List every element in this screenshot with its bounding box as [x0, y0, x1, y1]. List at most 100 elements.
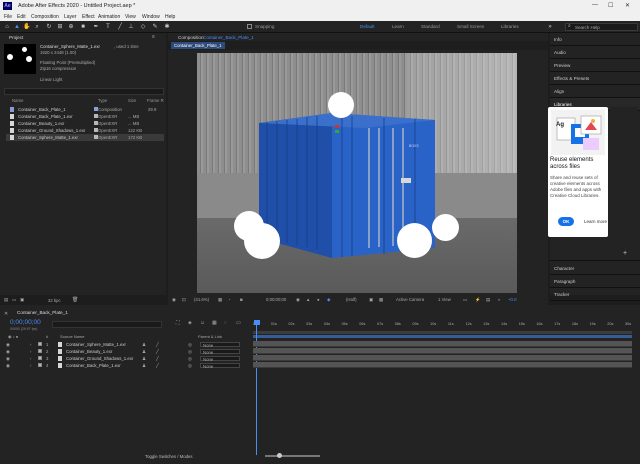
parent-dropdown[interactable]: None — [200, 349, 240, 355]
timeline-layer-row[interactable]: ◉ › 4 Container_Back_Plate_1.exr ♟ ╱ ◎ None — [0, 362, 252, 369]
project-item-row[interactable]: Container_Back_Plate_1.exr OpenEXR ... MB — [6, 113, 164, 120]
quality-switch-icon[interactable]: ╱ — [156, 363, 159, 369]
type-tool-icon[interactable]: T — [104, 23, 112, 31]
project-tab[interactable]: Project — [9, 35, 23, 40]
libraries-learn-more-link[interactable]: Learn more — [584, 219, 607, 224]
maximize-button[interactable]: ☐ — [608, 2, 613, 9]
project-item-row[interactable]: Container_Sphere_Matte_1.exr OpenEXR 172 K… — [6, 134, 164, 141]
workspace-libraries[interactable]: Libraries — [501, 24, 519, 29]
eraser-tool-icon[interactable]: ◇ — [139, 23, 147, 31]
close-window-button[interactable]: ✕ — [625, 2, 630, 9]
time-ruler[interactable]: 0f01s02s03s04s05s06s07s08s09s10s11s12s13… — [253, 322, 632, 331]
paragraph-panel-tab[interactable]: Paragraph — [550, 275, 640, 288]
timeline-search-input[interactable] — [52, 321, 162, 328]
new-composition-icon[interactable]: ▣ — [20, 297, 24, 303]
channel-icon[interactable]: ● — [317, 297, 320, 302]
align-panel-tab[interactable]: Align — [550, 85, 640, 98]
menu-window[interactable]: Window — [142, 14, 160, 20]
layer-name[interactable]: Container_Ground_Shadows_1.exr — [66, 356, 133, 361]
camera-icon[interactable]: ◉ — [296, 297, 300, 303]
layer-label-color[interactable] — [38, 342, 42, 346]
menu-animation[interactable]: Animation — [98, 14, 120, 20]
toggle-switches-modes-button[interactable]: Toggle Switches / Modes — [145, 454, 193, 459]
region-icon[interactable]: ⊡ — [182, 297, 186, 303]
rectangle-tool-icon[interactable]: ■ — [79, 23, 87, 31]
home-icon[interactable]: ⌂ — [3, 23, 11, 31]
column-size[interactable]: Size — [128, 98, 136, 103]
timeline-current-time[interactable]: 0;00;00;00 — [10, 319, 41, 326]
layer-name[interactable]: Container_Beauty_1.exr — [66, 349, 112, 354]
search-help-input[interactable]: Search Help — [565, 23, 638, 31]
pickwhip-icon[interactable]: ◎ — [188, 363, 192, 369]
parent-dropdown[interactable]: None — [200, 356, 240, 362]
interpret-footage-icon[interactable]: ▤ — [4, 297, 8, 303]
snapshot-icon[interactable]: ◙ — [240, 297, 243, 302]
composition-tab-prefix[interactable]: Composition — [178, 35, 204, 40]
workspace-learn[interactable]: Learn — [392, 24, 404, 29]
layer-duration-bar[interactable] — [253, 355, 632, 361]
region-of-interest-icon[interactable]: ▣ — [369, 297, 373, 303]
transparency-grid-icon[interactable]: ▩ — [379, 297, 383, 303]
minimize-button[interactable]: — — [592, 2, 598, 8]
timeline-layer-row[interactable]: ◉ › 3 Container_Ground_Shadows_1.exr ♟ ╱ ◎ None — [0, 355, 252, 362]
work-area-bar[interactable] — [253, 331, 632, 334]
layer-duration-bar[interactable] — [253, 348, 632, 354]
timeline-close-icon[interactable]: ✕ — [4, 311, 8, 317]
timeline-zoom-slider[interactable] — [265, 455, 320, 457]
shy-switch-icon[interactable]: ♟ — [142, 363, 146, 369]
graph-editor-icon[interactable]: ▭ — [236, 320, 241, 326]
new-folder-icon[interactable]: ▭ — [12, 297, 16, 303]
tracker-panel-tab[interactable]: Tracker — [550, 288, 640, 301]
hand-tool-icon[interactable]: ✋ — [23, 23, 31, 31]
snapping-checkbox[interactable] — [247, 24, 252, 29]
clone-stamp-tool-icon[interactable]: ⊥ — [127, 23, 135, 31]
shy-layers-icon[interactable]: ☺ — [200, 320, 205, 326]
composition-sub-tab[interactable]: Container_Back_Plate_1 — [171, 42, 225, 49]
timeline-tab[interactable]: Container_Back_Plate_1 — [17, 310, 68, 315]
info-panel-tab[interactable]: Info — [550, 33, 640, 46]
expand-arrow-icon[interactable]: › — [30, 363, 31, 368]
pan-behind-tool-icon[interactable]: ⊕ — [67, 23, 75, 31]
pen-tool-icon[interactable]: ✒ — [92, 23, 100, 31]
menu-file[interactable]: File — [4, 14, 12, 20]
brush-tool-icon[interactable]: ╱ — [116, 23, 124, 31]
character-panel-tab[interactable]: Character — [550, 262, 640, 275]
toggle-pixel-icon[interactable]: ▭ — [463, 297, 467, 303]
layer-duration-bar[interactable] — [253, 341, 632, 347]
view-layout-dropdown[interactable]: 1 View — [438, 297, 451, 302]
playhead-icon[interactable] — [254, 320, 260, 325]
grid-icon[interactable]: ▦ — [218, 297, 222, 303]
menu-composition[interactable]: Composition — [31, 14, 59, 20]
timeline-layer-row[interactable]: ◉ › 1 Container_Sphere_Matte_1.exr ♟ ╱ ◎ None — [0, 341, 252, 348]
puppet-tool-icon[interactable]: ✱ — [163, 23, 171, 31]
motion-blur-icon[interactable]: ◌ — [224, 320, 227, 326]
layer-label-color[interactable] — [38, 349, 42, 353]
menu-help[interactable]: Help — [165, 14, 175, 20]
rotate-tool-icon[interactable]: ↻ — [45, 23, 53, 31]
fast-preview-icon[interactable]: ⚡ — [475, 297, 480, 303]
layer-duration-bar[interactable] — [253, 362, 632, 368]
column-name[interactable]: Name — [12, 98, 23, 103]
eye-icon[interactable]: ◉ — [6, 363, 10, 369]
column-frame-rate[interactable]: Frame R — [147, 98, 164, 103]
audio-panel-tab[interactable]: Audio — [550, 46, 640, 59]
exposure-icon[interactable]: ◐ — [498, 297, 501, 302]
project-item-row[interactable]: Container_Ground_Shadows_1.exr OpenEXR 122… — [6, 127, 164, 134]
camera-view-dropdown[interactable]: Active Camera — [396, 297, 424, 302]
project-item-row[interactable]: Container_Back_Plate_1 Composition 29.9 — [6, 106, 164, 113]
frame-blending-icon[interactable]: ▦ — [212, 320, 217, 326]
layer-name[interactable]: Container_Back_Plate_1.exr — [66, 363, 121, 368]
camera-tool-icon[interactable]: ⊞ — [56, 23, 64, 31]
add-library-icon[interactable]: + — [623, 250, 627, 257]
layer-name[interactable]: Container_Sphere_Matte_1.exr — [66, 342, 126, 347]
resolution-dropdown[interactable]: (Half) — [346, 297, 357, 302]
comp-flowchart-icon[interactable]: ⛶ — [176, 320, 180, 326]
always-preview-icon[interactable]: ◉ — [172, 297, 176, 303]
workspace-default[interactable]: Default — [360, 24, 375, 29]
expand-arrow-icon[interactable]: › — [30, 342, 31, 347]
workspace-menu-icon[interactable]: » — [546, 23, 554, 31]
timeline-layer-row[interactable]: ◉ › 2 Container_Beauty_1.exr ♟ ╱ ◎ None — [0, 348, 252, 355]
zoom-dropdown[interactable]: (41.6%) — [194, 297, 209, 302]
project-search-input[interactable] — [4, 88, 164, 95]
layer-label-color[interactable] — [38, 356, 42, 360]
